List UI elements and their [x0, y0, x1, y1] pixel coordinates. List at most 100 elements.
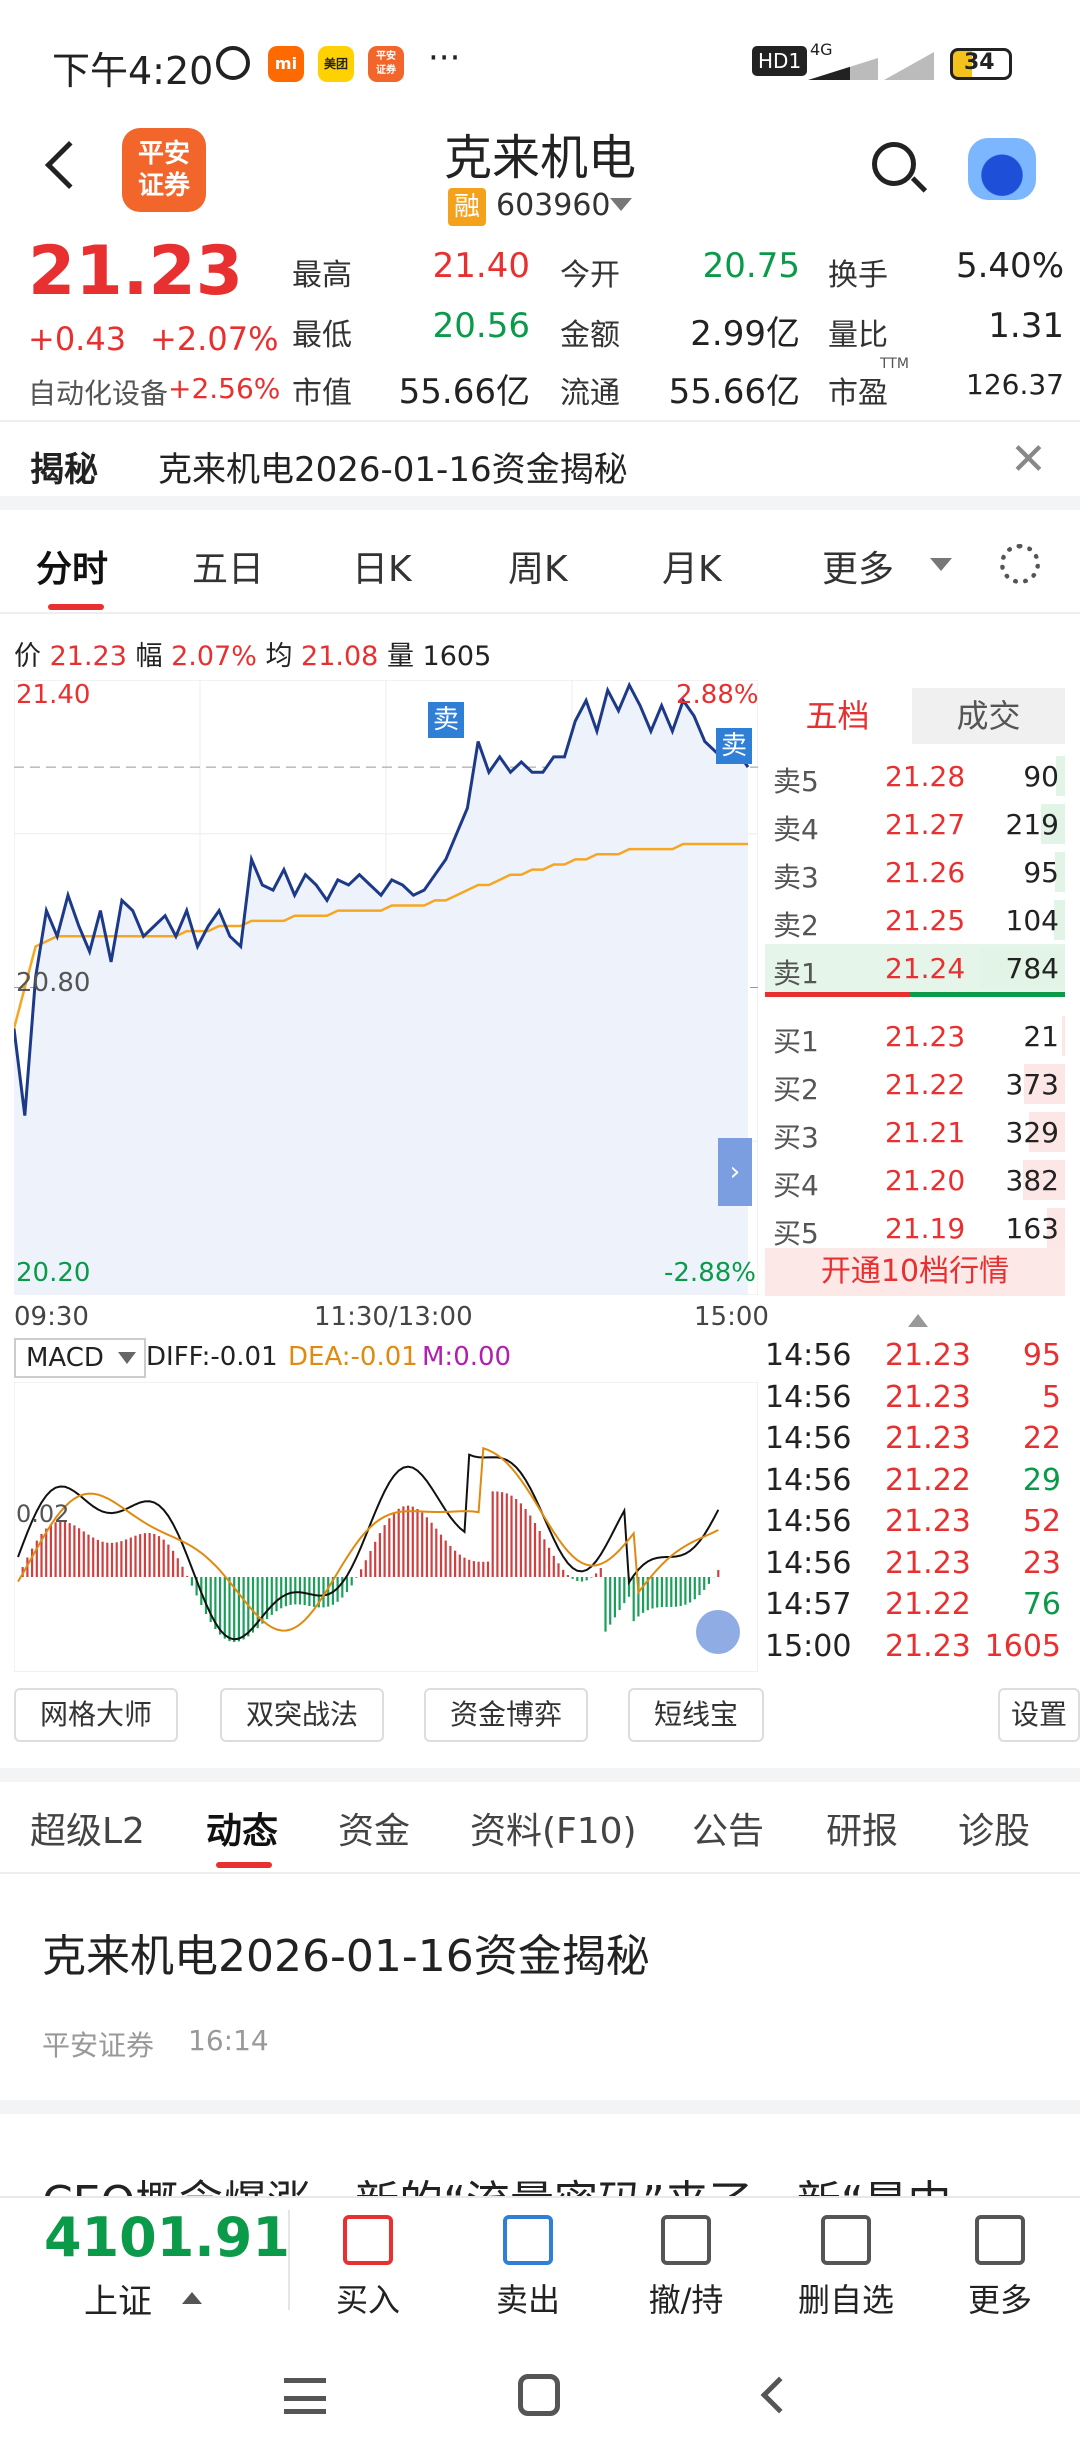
price-value: 21.23: [49, 641, 127, 672]
trade-tick-row: 15:00 21.23 1605: [765, 1629, 1065, 1670]
hd-badge: HD1: [752, 46, 808, 76]
tool-button[interactable]: 网格大师: [14, 1688, 178, 1742]
divider: [288, 2210, 290, 2310]
chart-tab[interactable]: 五日: [192, 540, 264, 592]
index-value[interactable]: 4101.91: [44, 2206, 290, 2269]
chart-tab[interactable]: 分时: [36, 540, 108, 592]
alarm-icon: [216, 46, 250, 80]
action-button[interactable]: 卖出: [468, 2215, 588, 2321]
intraday-chart[interactable]: [14, 680, 758, 1295]
ask-row: 卖1 21.24 784: [765, 944, 1065, 992]
sector-pct[interactable]: +2.56%: [168, 372, 280, 405]
sell-icon: [503, 2215, 553, 2265]
close-icon[interactable]: ✕: [1010, 438, 1047, 482]
action-button[interactable]: 更多: [940, 2215, 1060, 2321]
status-bar: 下午4:20 mi 美团 平安 证券 ··· HD1 4G 34: [0, 0, 1080, 120]
chevron-down-icon[interactable]: [610, 198, 632, 222]
x-tick-close: 15:00: [694, 1302, 769, 1332]
y-low-label: 20.20: [16, 1258, 91, 1288]
chevron-up-icon[interactable]: [908, 1304, 928, 1327]
orderbook-divider: [765, 992, 910, 997]
level-volume: 373: [1005, 1068, 1059, 1101]
home-icon[interactable]: [518, 2374, 560, 2416]
bid-row: 买5 21.19 163: [765, 1204, 1065, 1252]
tick-volume: 76: [1022, 1587, 1061, 1622]
info-tab[interactable]: 超级L2: [30, 1802, 145, 1854]
level10-promo-button[interactable]: 开通10档行情: [765, 1248, 1065, 1296]
trade-tick-row: 14:56 21.22 29: [765, 1463, 1065, 1504]
tool-button[interactable]: 双突战法: [220, 1688, 384, 1742]
chart-tab[interactable]: 周K: [508, 540, 568, 592]
bid-row: 买1 21.23 21: [765, 1012, 1065, 1060]
battery-level: 34: [964, 50, 995, 75]
robot-assistant-icon[interactable]: [968, 138, 1036, 200]
info-tab[interactable]: 诊股: [958, 1802, 1030, 1854]
chart-tab[interactable]: 月K: [662, 540, 722, 592]
level-price: 21.21: [885, 1116, 966, 1149]
divider: [0, 612, 1080, 614]
banner-tag: 揭秘: [30, 450, 98, 490]
ask-row: 卖2 21.25 104: [765, 896, 1065, 944]
action-button[interactable]: 撤/持: [626, 2215, 746, 2321]
level-label: 买3: [773, 1121, 819, 1154]
signal-2-icon: [884, 52, 934, 80]
tick-volume: 5: [1041, 1379, 1061, 1415]
level-volume: 95: [1023, 856, 1059, 889]
chevron-up-icon[interactable]: [182, 2282, 202, 2304]
ask-row: 卖5 21.28 90: [765, 752, 1065, 800]
tick-price: 21.23: [885, 1504, 971, 1539]
news-title[interactable]: 克来机电2026-01-16资金揭秘: [42, 1920, 650, 1984]
index-name[interactable]: 上证: [84, 2274, 152, 2323]
macd-dea: DEA:-0.01: [288, 1342, 418, 1372]
macd-chart[interactable]: [14, 1382, 758, 1672]
info-tab[interactable]: 研报: [826, 1802, 898, 1854]
tool-button[interactable]: 资金博弈: [424, 1688, 588, 1742]
chevron-down-icon[interactable]: [930, 558, 952, 582]
signal-icon: [808, 58, 878, 80]
info-tab[interactable]: 动态: [206, 1802, 278, 1854]
level-price: 21.26: [885, 856, 966, 889]
price-change: +0.43: [28, 320, 127, 358]
status-time: 下午4:20: [52, 49, 214, 93]
tick-price: 21.23: [885, 1628, 971, 1664]
level-volume: 104: [1005, 904, 1059, 937]
tick-time: 14:57: [765, 1587, 852, 1622]
chart-expand-button[interactable]: ›: [718, 1138, 752, 1206]
level-price: 21.23: [885, 1020, 966, 1053]
chart-tab[interactable]: 更多: [822, 540, 894, 592]
tick-time: 14:56: [765, 1462, 852, 1498]
news-source: 平安证券: [42, 2029, 155, 2062]
cancel-order-icon: [661, 2215, 711, 2265]
news-title[interactable]: CEO概念爆涨，新的“流量密码”来了，新“昊中: [42, 2166, 1062, 2196]
meituan-app-icon: 美团: [318, 46, 354, 82]
remove-watchlist-icon: [821, 2215, 871, 2265]
sell-marker[interactable]: 卖: [716, 728, 752, 764]
level-label: 卖4: [773, 813, 819, 846]
info-tab[interactable]: 资料(F10): [470, 1802, 637, 1854]
quote-value: 1.31: [988, 306, 1064, 346]
tool-button[interactable]: 短线宝: [628, 1688, 764, 1742]
chart-tab[interactable]: 日K: [352, 540, 412, 592]
action-button[interactable]: 删自选: [786, 2215, 906, 2321]
orderbook-tab-level5[interactable]: 五档: [765, 688, 910, 744]
vol-label: 量: [386, 641, 414, 672]
quote-label: 量比: [828, 318, 888, 353]
stock-title: 克来机电: [443, 130, 636, 186]
info-tab-underline: [216, 1862, 272, 1868]
stock-code[interactable]: 603960: [496, 188, 611, 223]
menu-icon[interactable]: [284, 2378, 326, 2414]
sector-name[interactable]: 自动化设备: [28, 372, 168, 412]
info-tab[interactable]: 公告: [692, 1802, 764, 1854]
news-banner[interactable]: 揭秘 克来机电2026-01-16资金揭秘 ✕: [0, 420, 1080, 510]
level-price: 21.25: [885, 904, 966, 937]
action-button[interactable]: 买入: [308, 2215, 428, 2321]
level-volume: 163: [1005, 1212, 1059, 1245]
level-label: 卖1: [773, 957, 819, 990]
sell-marker[interactable]: 卖: [428, 702, 464, 738]
tool-button[interactable]: 设置: [998, 1688, 1080, 1742]
gear-icon[interactable]: [1000, 544, 1040, 584]
macd-selector[interactable]: MACD: [14, 1338, 146, 1378]
volume-bar: [1062, 1016, 1065, 1056]
info-tab[interactable]: 资金: [338, 1802, 410, 1854]
orderbook-tab-trades[interactable]: 成交: [912, 688, 1065, 744]
